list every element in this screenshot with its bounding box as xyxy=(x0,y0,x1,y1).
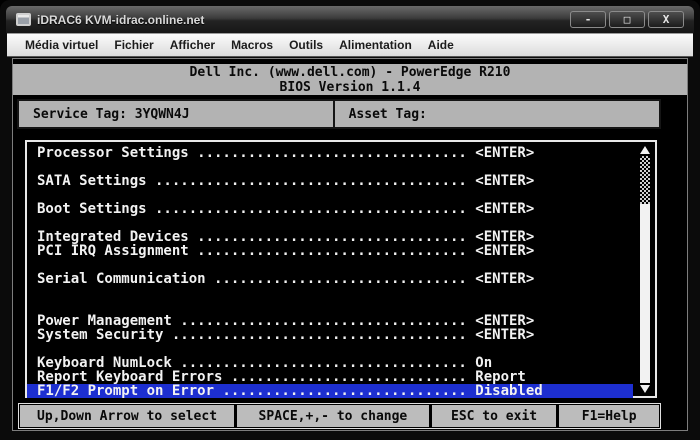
status-segment-1: Up,Down Arrow to select xyxy=(20,405,234,427)
scrollbar-thumb[interactable] xyxy=(640,204,650,383)
menu-row-system-security[interactable]: System Security ........................… xyxy=(27,328,633,342)
menu-item-alimentation[interactable]: Alimentation xyxy=(331,35,420,55)
asset-tag: Asset Tag: xyxy=(335,101,659,127)
status-bar: Up,Down Arrow to selectSPACE,+,- to chan… xyxy=(18,403,661,429)
menu-row-serial-communication[interactable]: Serial Communication ...................… xyxy=(27,272,633,286)
menu-row-keyboard-numlock[interactable]: Keyboard NumLock .......................… xyxy=(27,356,633,370)
menu-item-afficher[interactable]: Afficher xyxy=(162,35,223,55)
scrollbar[interactable] xyxy=(639,146,651,393)
bios-version: BIOS Version 1.1.4 xyxy=(13,80,687,95)
scroll-down-icon[interactable] xyxy=(640,385,650,393)
menu-item-media-virtuel[interactable]: Média virtuel xyxy=(17,35,106,55)
menu-row-sata-settings[interactable]: SATA Settings ..........................… xyxy=(27,174,633,188)
menu-item-macros[interactable]: Macros xyxy=(223,35,281,55)
menu-row-power-management[interactable]: Power Management .......................… xyxy=(27,314,633,328)
bios-setup-screen: Dell Inc. (www.dell.com) - PowerEdge R21… xyxy=(12,58,688,431)
kvm-viewer-window: iDRAC6 KVM-idrac.online.net - □ X Média … xyxy=(0,0,700,440)
menu-bar: Média virtuelFichierAfficherMacrosOutils… xyxy=(7,33,693,57)
maximize-button[interactable]: □ xyxy=(609,11,645,28)
menu-item-aide[interactable]: Aide xyxy=(420,35,462,55)
close-button[interactable]: X xyxy=(648,11,684,28)
service-tag: Service Tag: 3YQWN4J xyxy=(19,101,333,127)
minimize-button[interactable]: - xyxy=(570,11,606,28)
menu-row-pci-irq-assignment[interactable]: PCI IRQ Assignment .....................… xyxy=(27,244,633,258)
menu-item-outils[interactable]: Outils xyxy=(281,35,331,55)
bios-header-band: Dell Inc. (www.dell.com) - PowerEdge R21… xyxy=(13,64,687,95)
menu-item-fichier[interactable]: Fichier xyxy=(106,35,161,55)
status-segment-3: ESC to exit xyxy=(432,405,557,427)
menu-row-integrated-devices[interactable]: Integrated Devices .....................… xyxy=(27,230,633,244)
menu-row-report-keyboard-errors[interactable]: Report Keyboard Errors .................… xyxy=(27,370,633,384)
scrollbar-track[interactable] xyxy=(640,156,650,204)
bios-title: Dell Inc. (www.dell.com) - PowerEdge R21… xyxy=(13,65,687,80)
window-title: iDRAC6 KVM-idrac.online.net xyxy=(37,13,570,27)
status-segment-2: SPACE,+,- to change xyxy=(237,405,429,427)
scroll-up-icon[interactable] xyxy=(640,146,650,154)
app-window-icon xyxy=(16,13,31,26)
settings-menu: Processor Settings .....................… xyxy=(25,140,657,398)
window-controls: - □ X xyxy=(570,11,684,28)
status-segment-4: F1=Help xyxy=(559,405,659,427)
menu-row-f1-f2-prompt-on-error[interactable]: F1/F2 Prompt on Error ..................… xyxy=(27,384,633,398)
menu-row-processor-settings[interactable]: Processor Settings .....................… xyxy=(27,146,633,160)
menu-row-boot-settings[interactable]: Boot Settings ..........................… xyxy=(27,202,633,216)
title-bar[interactable]: iDRAC6 KVM-idrac.online.net - □ X xyxy=(6,6,694,33)
tag-box: Service Tag: 3YQWN4J Asset Tag: xyxy=(17,99,661,129)
settings-menu-rows: Processor Settings .....................… xyxy=(27,146,633,398)
